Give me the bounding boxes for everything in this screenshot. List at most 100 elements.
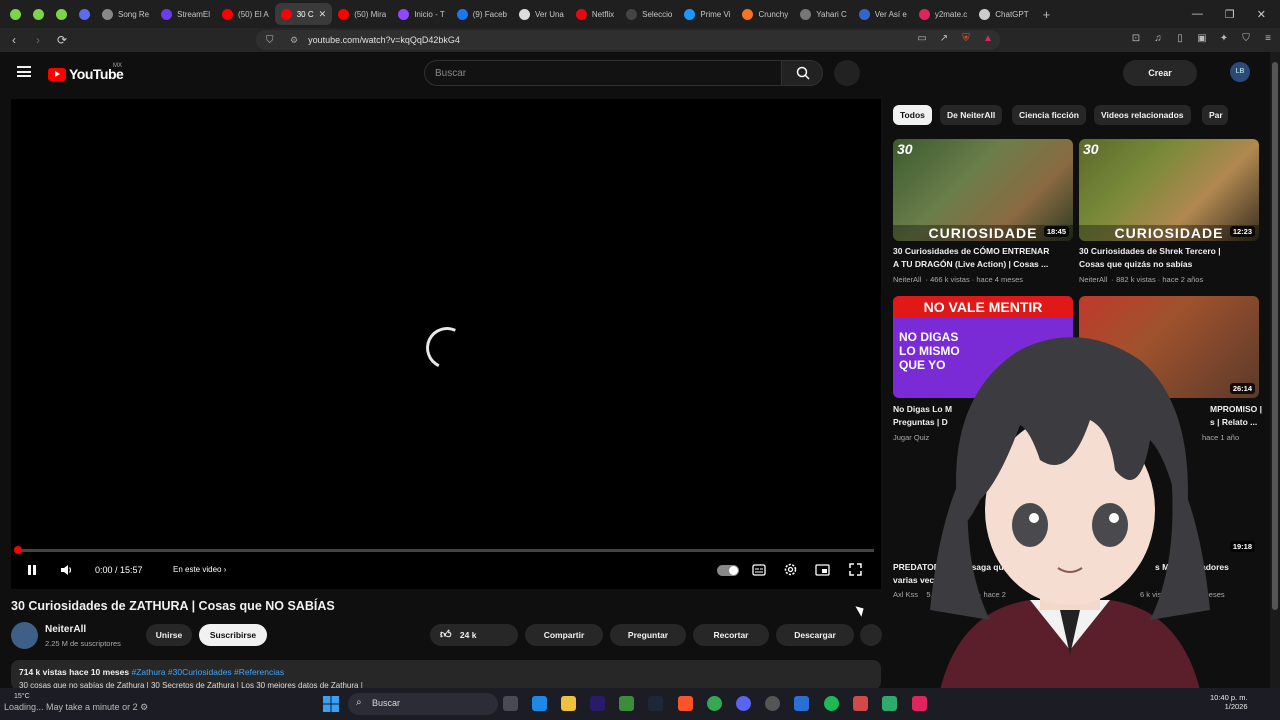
page-scrollbar[interactable] <box>1270 52 1280 688</box>
taskbar-search[interactable]: ⌕ Buscar <box>348 693 498 715</box>
chip-more[interactable]: Par <box>1202 105 1228 125</box>
browser-tab[interactable]: Seleccio <box>620 3 678 25</box>
browser-tab[interactable]: (50) El A <box>216 3 275 25</box>
like-button[interactable]: 👍︎ 24 k <box>430 624 518 646</box>
voice-search-button[interactable] <box>834 60 860 86</box>
ask-button[interactable]: Preguntar <box>610 624 686 646</box>
rec-title[interactable]: 30 Curiosidades de Shrek Tercero | Cosas … <box>1079 245 1259 271</box>
back-icon[interactable]: ‹ <box>4 33 24 47</box>
screenshot-icon[interactable]: ⊡ <box>1130 33 1142 45</box>
chip-todos[interactable]: Todos <box>893 105 932 125</box>
menu-icon[interactable]: ≡ <box>1262 33 1274 45</box>
close-tab-icon[interactable]: ✕ <box>319 9 327 20</box>
browser-tab[interactable]: Ver Así e <box>853 3 913 25</box>
file-explorer-icon[interactable] <box>561 696 576 711</box>
account-avatar[interactable]: LB <box>1230 62 1250 82</box>
join-button[interactable]: Unirse <box>146 624 192 646</box>
steam-icon[interactable] <box>648 696 663 711</box>
windows-start-icon[interactable] <box>323 696 339 712</box>
theater-mode-icon[interactable] <box>815 564 830 576</box>
browser-tab[interactable]: Crunchy <box>736 3 794 25</box>
cast-icon[interactable]: ▭ <box>916 33 928 45</box>
app-icon[interactable] <box>765 696 780 711</box>
address-bar[interactable]: ⛉ ⚙ youtube.com/watch?v=kqQqD42bkG4 ▭ ↗ … <box>256 30 1000 50</box>
minimize-icon[interactable]: — <box>1192 8 1203 20</box>
brave-icon[interactable] <box>678 696 693 711</box>
download-button[interactable]: Descargar <box>776 624 854 646</box>
bookmark-icon[interactable]: ⛉ <box>266 35 278 46</box>
browser-tab[interactable]: Ver Una <box>513 3 570 25</box>
scrollbar-thumb[interactable] <box>1272 62 1278 610</box>
brave-shield-icon[interactable]: ⛨ <box>960 33 972 45</box>
discord-icon[interactable] <box>736 696 751 711</box>
search-button[interactable] <box>781 60 823 86</box>
restore-icon[interactable]: ❐ <box>1225 8 1235 21</box>
rec-channel[interactable]: NeiterAll <box>1079 275 1107 284</box>
store-icon[interactable] <box>532 696 547 711</box>
chapters-button[interactable]: En este video › <box>173 565 226 574</box>
browser-tab[interactable]: Netflix <box>570 3 620 25</box>
leo-ai-icon[interactable]: ✦ <box>1218 33 1230 45</box>
browser-tab[interactable]: Prime Vi <box>678 3 736 25</box>
chrome-icon[interactable] <box>707 696 722 711</box>
settings-gear-icon[interactable] <box>783 562 798 577</box>
site-settings-icon[interactable]: ⚙ <box>290 35 298 46</box>
browser-tab[interactable]: 30 C ✕ <box>274 3 333 25</box>
rec-thumbnail[interactable]: 30 CURIOSIDADE 12:23 <box>1079 139 1259 241</box>
wallet-icon[interactable]: ▣ <box>1196 33 1208 45</box>
share-button[interactable]: Compartir <box>525 624 603 646</box>
pause-icon[interactable] <box>26 564 38 576</box>
sidebar-icon[interactable]: ▯ <box>1174 33 1186 45</box>
create-button[interactable]: Crear <box>1123 60 1197 86</box>
progress-bar[interactable] <box>14 546 874 554</box>
subscribe-button[interactable]: Suscribirse <box>199 624 267 646</box>
search-input[interactable]: Buscar <box>424 60 782 86</box>
app-icon[interactable] <box>853 696 868 711</box>
browser-tab[interactable] <box>27 3 50 25</box>
app-icon[interactable] <box>794 696 809 711</box>
clip-button[interactable]: Recortar <box>693 624 769 646</box>
vpn-icon[interactable]: ⛉ <box>1240 33 1252 45</box>
tiktok-icon[interactable] <box>912 696 927 711</box>
hamburger-menu-icon[interactable] <box>17 66 31 77</box>
browser-tab[interactable] <box>4 3 27 25</box>
forward-icon[interactable]: › <box>28 33 48 47</box>
chip-videos-relacionados[interactable]: Videos relacionados <box>1094 105 1191 125</box>
browser-tab[interactable]: Yahari C <box>794 3 853 25</box>
browser-tab[interactable]: (9) Faceb <box>451 3 513 25</box>
autoplay-toggle[interactable] <box>717 565 739 576</box>
browser-tab[interactable]: StreamEl <box>155 3 216 25</box>
video-player[interactable]: 0:00 / 15:57 En este video › <box>11 99 881 589</box>
browser-tab[interactable]: ChatGPT <box>973 3 1034 25</box>
browser-tab[interactable] <box>73 3 96 25</box>
share-icon[interactable]: ↗ <box>938 33 950 45</box>
brave-rewards-icon[interactable]: ▲ <box>982 33 994 45</box>
app-icon[interactable] <box>882 696 897 711</box>
weather-widget[interactable]: 15°C <box>14 693 30 700</box>
premiere-icon[interactable] <box>590 696 605 711</box>
new-tab-icon[interactable]: + <box>1035 7 1059 22</box>
chip-de-neiterall[interactable]: De NeiterAll <box>940 105 1003 125</box>
browser-tab[interactable]: (50) Mira <box>332 3 392 25</box>
close-window-icon[interactable]: ✕ <box>1257 8 1266 21</box>
fullscreen-icon[interactable] <box>849 563 862 576</box>
subtitles-icon[interactable] <box>752 564 766 576</box>
task-view-icon[interactable] <box>503 696 518 711</box>
rec-title[interactable]: 30 Curiosidades de CÓMO ENTRENAR A TU DRA… <box>893 245 1073 271</box>
system-clock[interactable]: 10:40 p. m. 1/2026 <box>1210 693 1248 711</box>
browser-tab[interactable] <box>50 3 73 25</box>
hashtags[interactable]: #Zathura #30Curiosidades #Referencias <box>132 667 285 677</box>
description-box[interactable]: 714 k vistas hace 10 meses #Zathura #30C… <box>11 660 881 690</box>
rec-channel[interactable]: NeiterAll <box>893 275 921 284</box>
more-actions-button[interactable] <box>860 624 882 646</box>
browser-tab[interactable]: Song Re <box>96 3 155 25</box>
rec-thumbnail[interactable]: 30 CURIOSIDADE 18:45 <box>893 139 1073 241</box>
app-icon[interactable] <box>619 696 634 711</box>
spotify-icon[interactable] <box>824 696 839 711</box>
scrubber-handle[interactable] <box>14 546 22 554</box>
channel-avatar[interactable] <box>11 622 38 649</box>
media-icon[interactable]: ♫ <box>1152 33 1164 45</box>
channel-name[interactable]: NeiterAll <box>45 624 86 635</box>
browser-tab[interactable]: Inicio - T <box>392 3 451 25</box>
reload-icon[interactable]: ⟳ <box>52 33 72 47</box>
